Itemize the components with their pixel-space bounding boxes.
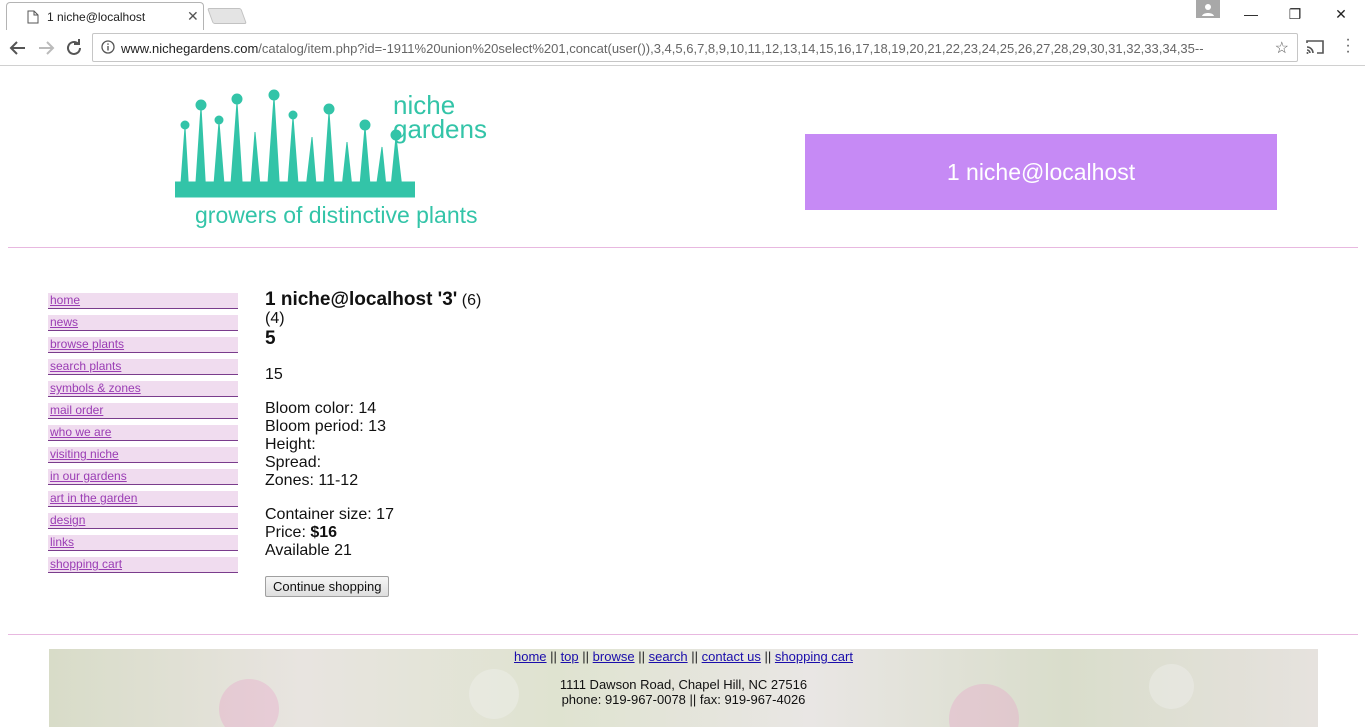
footer-divider xyxy=(8,634,1358,635)
address-bar[interactable]: www.nichegardens.com/catalog/item.php?id… xyxy=(92,33,1298,62)
sidebar-item-search-plants[interactable]: search plants xyxy=(48,359,238,375)
web-page: niche gardens growers of distinctive pla… xyxy=(0,67,1365,727)
profile-icon[interactable] xyxy=(1196,0,1220,18)
footer-link-contact-us[interactable]: contact us xyxy=(702,649,761,664)
footer-separator: || xyxy=(691,649,699,664)
continue-shopping-button[interactable]: Continue shopping xyxy=(265,576,390,597)
container-size: Container size: 17 xyxy=(265,506,394,523)
sidebar-nav: home news browse plants search plants sy… xyxy=(48,293,238,579)
forward-icon[interactable] xyxy=(34,36,58,60)
footer-link-top[interactable]: top xyxy=(561,649,579,664)
item-big-value: 5 xyxy=(265,328,276,349)
footer-separator: || xyxy=(550,649,557,664)
sidebar-item-design[interactable]: design xyxy=(48,513,238,529)
sidebar-item-links[interactable]: links xyxy=(48,535,238,551)
browser-toolbar: www.nichegardens.com/catalog/item.php?id… xyxy=(0,30,1365,66)
footer-link-search[interactable]: search xyxy=(649,649,688,664)
page-icon xyxy=(27,10,39,29)
price-row: Price: $16 xyxy=(265,524,865,542)
price-label: Price: xyxy=(265,524,306,541)
footer-link-browse[interactable]: browse xyxy=(593,649,635,664)
sidebar-item-symbols-zones[interactable]: symbols & zones xyxy=(48,381,238,397)
sidebar-item-in-our-gardens[interactable]: in our gardens xyxy=(48,469,238,485)
sidebar-item-who-we-are[interactable]: who we are xyxy=(48,425,238,441)
bookmark-star-icon[interactable]: ☆ xyxy=(1275,38,1289,58)
footer-links: home || top || browse || search || conta… xyxy=(49,649,1318,664)
item-name: 1 niche@localhost '3' xyxy=(265,289,458,310)
back-icon[interactable] xyxy=(6,36,30,60)
url-text[interactable]: www.nichegardens.com/catalog/item.php?id… xyxy=(121,41,1261,56)
sidebar-item-shopping-cart[interactable]: shopping cart xyxy=(48,557,238,573)
browser-tab[interactable]: 1 niche@localhost ✕ xyxy=(6,2,204,30)
minimize-icon[interactable]: — xyxy=(1228,2,1274,26)
logo-tagline: growers of distinctive plants xyxy=(195,202,478,228)
footer-separator: || xyxy=(582,649,590,664)
footer-address-block: 1111 Dawson Road, Chapel Hill, NC 27516 … xyxy=(49,677,1318,707)
footer-separator: || xyxy=(638,649,645,664)
sidebar-item-mail-order[interactable]: mail order xyxy=(48,403,238,419)
plants-silhouette-icon xyxy=(175,89,415,198)
site-footer: home || top || browse || search || conta… xyxy=(49,649,1318,727)
cast-icon[interactable] xyxy=(1305,38,1325,61)
header-divider xyxy=(8,247,1358,248)
item-paren-2: (4) xyxy=(265,310,285,327)
header-banner: 1 niche@localhost xyxy=(805,134,1277,210)
footer-address: 1111 Dawson Road, Chapel Hill, NC 27516 xyxy=(559,677,808,692)
logo-word-gardens: gardens xyxy=(393,114,487,144)
bloom-color: Bloom color: 14 xyxy=(265,400,377,417)
close-window-icon[interactable]: ✕ xyxy=(1318,2,1364,26)
price-value: $16 xyxy=(310,524,338,541)
bloom-period: Bloom period: 13 xyxy=(265,418,386,435)
item-details: 1 niche@localhost '3' (6) (4) 5 15 Bloom… xyxy=(265,289,865,597)
url-host: www.nichegardens.com xyxy=(121,41,259,56)
footer-link-shopping-cart[interactable]: shopping cart xyxy=(775,649,853,664)
browser-menu-icon[interactable]: · · · xyxy=(1340,32,1356,60)
footer-link-home[interactable]: home xyxy=(514,649,547,664)
spread: Spread: xyxy=(265,454,322,471)
site-logo[interactable]: niche gardens growers of distinctive pla… xyxy=(175,87,505,232)
sidebar-item-browse-plants[interactable]: browse plants xyxy=(48,337,238,353)
url-path: /catalog/item.php?id=-1911%20union%20sel… xyxy=(258,41,1204,56)
close-tab-icon[interactable]: ✕ xyxy=(187,8,199,25)
footer-phone: phone: 919-967-0078 || fax: 919-967-4026 xyxy=(561,692,806,707)
item-description: 15 xyxy=(265,366,283,383)
zones: Zones: 11-12 xyxy=(265,472,359,489)
tab-bar: 1 niche@localhost ✕ — ❐ ✕ xyxy=(0,0,1365,30)
availability: Available 21 xyxy=(265,542,352,559)
sidebar-item-visiting-niche[interactable]: visiting niche xyxy=(48,447,238,463)
info-icon[interactable] xyxy=(101,40,115,59)
sidebar-item-home[interactable]: home xyxy=(48,293,238,309)
sidebar-item-art-in-the-garden[interactable]: art in the garden xyxy=(48,491,238,507)
new-tab-button[interactable] xyxy=(207,8,247,24)
tab-title: 1 niche@localhost xyxy=(47,10,146,24)
height: Height: xyxy=(265,436,316,453)
footer-separator: || xyxy=(764,649,772,664)
item-paren-1: (6) xyxy=(461,292,482,309)
sidebar-item-news[interactable]: news xyxy=(48,315,238,331)
reload-icon[interactable] xyxy=(62,36,86,60)
restore-icon[interactable]: ❐ xyxy=(1272,2,1318,26)
